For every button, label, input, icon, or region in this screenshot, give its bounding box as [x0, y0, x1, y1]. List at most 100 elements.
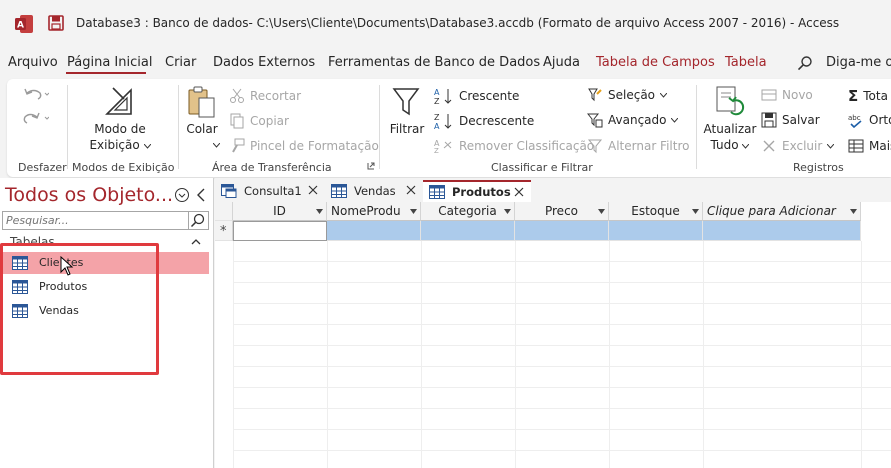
column-dropdown-icon[interactable] — [598, 209, 605, 214]
column-dropdown-icon[interactable] — [410, 209, 417, 214]
remove-sort-label: Remover Classificação — [459, 139, 595, 153]
tab-ferramentas-banco[interactable]: Ferramentas de Banco de Dados — [328, 55, 540, 70]
search-icon[interactable] — [797, 55, 813, 71]
scissors-icon — [230, 88, 244, 103]
nav-search-input[interactable] — [2, 211, 189, 230]
delete-x-icon — [763, 140, 775, 152]
doctab-consulta1[interactable]: Consulta1 — [215, 180, 325, 202]
chevron-down-icon — [827, 143, 835, 149]
ribbon-separator — [178, 85, 179, 169]
empty-grid-lines — [233, 241, 891, 468]
undo-icon[interactable] — [23, 87, 49, 101]
tab-pagina-inicial[interactable]: Página Inicial — [67, 55, 152, 70]
copy-label: Copiar — [250, 114, 289, 128]
column-header-id[interactable]: ID — [233, 202, 327, 221]
chevron-down-icon — [660, 92, 668, 98]
new-row-cell[interactable] — [327, 221, 421, 241]
column-header-estoque[interactable]: Estoque — [609, 202, 703, 221]
close-icon[interactable] — [405, 184, 417, 196]
column-dropdown-icon[interactable] — [316, 209, 323, 214]
doctab-vendas[interactable]: Vendas — [325, 180, 423, 202]
access-app-icon: A — [15, 15, 33, 33]
toggle-filter-button[interactable]: Alternar Filtro — [587, 138, 689, 154]
tab-tabela-de-campos[interactable]: Tabela de Campos — [596, 55, 715, 70]
column-dropdown-icon[interactable] — [504, 209, 511, 214]
remove-sort-button[interactable]: AZ Remover Classificação — [434, 138, 594, 154]
save-icon[interactable] — [48, 15, 64, 31]
select-all-corner[interactable] — [215, 202, 233, 221]
view-button-line1: Modo de — [94, 122, 146, 136]
doctab-produtos[interactable]: Produtos — [423, 180, 531, 202]
format-painter-label: Pincel de Formatação — [250, 139, 379, 153]
view-button[interactable]: Modo de Exibição — [83, 121, 157, 153]
format-painter-button[interactable]: Pincel de Formatação — [229, 138, 379, 154]
nav-pane-title[interactable]: Todos os Objeto... — [5, 184, 173, 206]
spelling-icon: abc — [848, 114, 862, 128]
paste-icon[interactable] — [187, 85, 217, 119]
sort-ascending-button[interactable]: AZ Crescente — [434, 87, 519, 105]
more-button[interactable]: Mais — [848, 138, 891, 154]
filter-button[interactable]: Filtrar — [388, 121, 426, 137]
refresh-all-button[interactable]: Atualizar Tudo — [703, 121, 757, 153]
toggle-filter-label: Alternar Filtro — [608, 139, 690, 153]
paste-button[interactable]: Colar — [184, 121, 220, 137]
selection-button[interactable]: Seleção — [587, 87, 668, 103]
refresh-all-icon[interactable] — [714, 85, 746, 117]
new-row-cell[interactable] — [609, 221, 703, 241]
design-view-icon[interactable] — [104, 85, 136, 117]
cut-label: Recortar — [250, 89, 302, 103]
advanced-filter-button[interactable]: Avançado — [587, 112, 679, 128]
column-dropdown-icon[interactable] — [850, 209, 857, 214]
save-record-button[interactable]: Salvar — [761, 112, 820, 128]
svg-text:Z: Z — [434, 147, 439, 154]
filter-icon[interactable] — [392, 87, 420, 117]
tab-tabela[interactable]: Tabela — [725, 55, 767, 70]
nav-dropdown-icon[interactable] — [174, 187, 190, 203]
ribbon-separator — [67, 85, 68, 169]
new-record-button[interactable]: Novo — [761, 87, 813, 103]
ribbon-separator — [379, 85, 380, 169]
chevron-down-icon — [742, 143, 750, 149]
search-icon — [190, 213, 205, 228]
tab-ajuda[interactable]: Ajuda — [543, 55, 580, 70]
query-icon — [221, 184, 237, 198]
column-header-categoria[interactable]: Categoria — [421, 202, 515, 221]
group-label-views: Modos de Exibição — [72, 161, 175, 174]
totals-button[interactable]: Σ Tota — [848, 87, 888, 105]
remove-sort-icon: AZ — [434, 139, 452, 154]
tab-arquivo[interactable]: Arquivo — [8, 55, 58, 70]
toggle-filter-icon — [587, 139, 603, 154]
ribbon: Desfazer Modo de Exibição Modos de Exibi… — [7, 79, 891, 177]
sort-descending-button[interactable]: ZA Decrescente — [434, 112, 534, 130]
new-row-cell-id[interactable] — [233, 221, 327, 241]
close-icon[interactable] — [307, 184, 319, 196]
dialog-launcher-icon[interactable] — [367, 162, 375, 170]
spelling-button[interactable]: abc Orto — [848, 112, 891, 128]
spelling-label: Orto — [869, 113, 891, 127]
svg-text:Z: Z — [434, 113, 440, 122]
column-header-add-field[interactable]: Clique para Adicionar — [703, 202, 861, 221]
svg-text:A: A — [434, 88, 440, 97]
column-header-preco[interactable]: Preco — [515, 202, 609, 221]
new-row-cell[interactable] — [421, 221, 515, 241]
nav-search-button[interactable] — [189, 211, 209, 230]
chevron-left-icon[interactable] — [195, 187, 207, 203]
new-row-cell[interactable] — [515, 221, 609, 241]
chevron-down-icon — [671, 117, 679, 123]
cut-button[interactable]: Recortar — [229, 88, 301, 104]
tab-criar[interactable]: Criar — [165, 55, 196, 70]
column-header-nomeproduto[interactable]: NomeProdu — [327, 202, 421, 221]
active-tab-underline — [66, 72, 146, 74]
tab-dados-externos[interactable]: Dados Externos — [213, 55, 315, 70]
selection-label: Seleção — [608, 88, 656, 102]
new-row-cell[interactable] — [703, 221, 861, 241]
chevron-up-icon[interactable] — [190, 236, 202, 248]
svg-text:A: A — [434, 122, 440, 130]
refresh-line1: Atualizar — [703, 122, 757, 136]
tell-me-box[interactable]: Diga-me o — [826, 55, 891, 70]
copy-button[interactable]: Copiar — [229, 113, 289, 129]
close-icon[interactable] — [513, 186, 525, 198]
delete-record-button[interactable]: Excluir — [761, 138, 835, 154]
column-dropdown-icon[interactable] — [692, 209, 699, 214]
redo-icon[interactable] — [23, 111, 49, 125]
